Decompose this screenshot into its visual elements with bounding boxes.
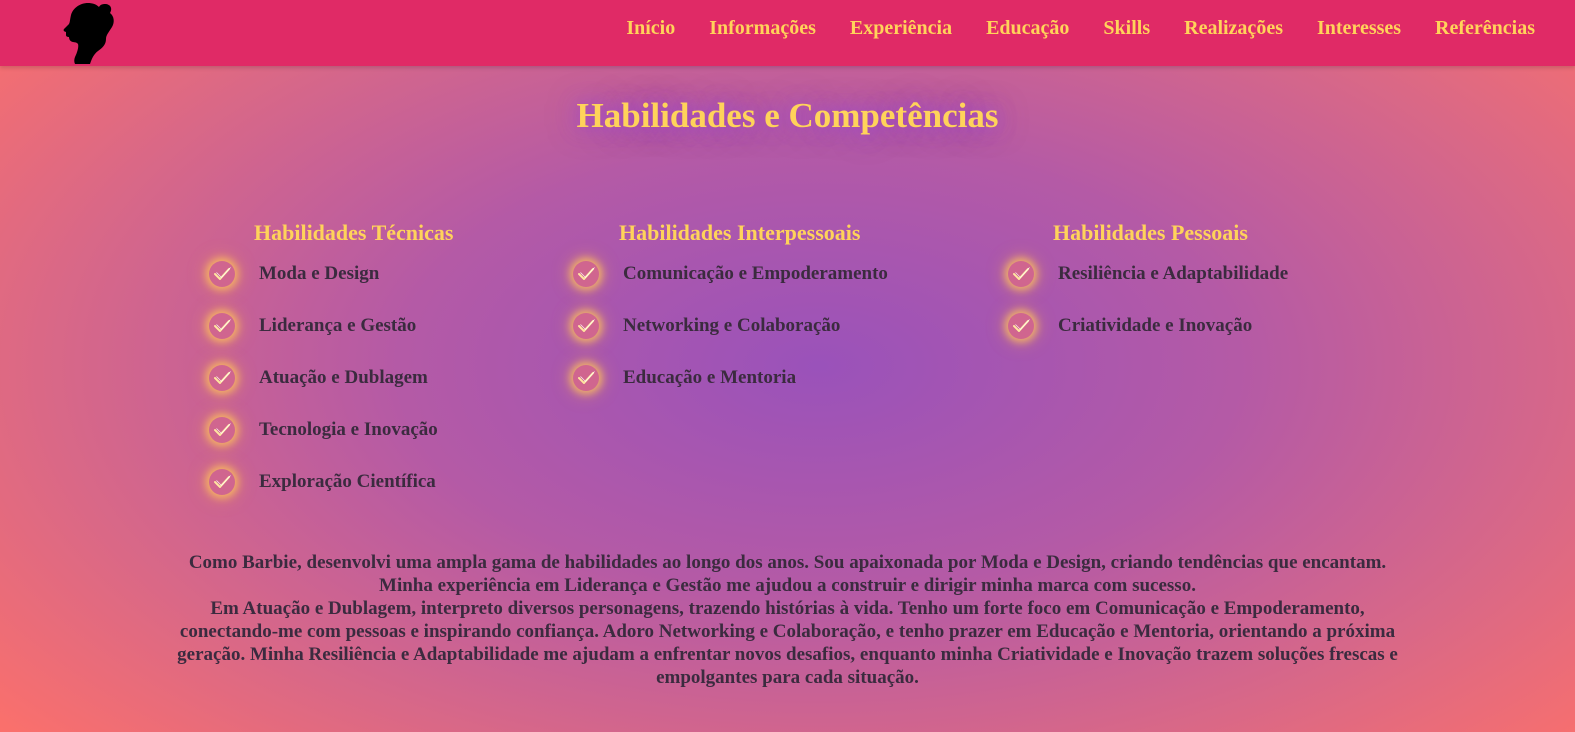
skill-label: Atuação e Dublagem [259,367,428,388]
skill-item: Networking e Colaboração [572,300,932,352]
skills-description: Como Barbie, desenvolvi uma ampla gama d… [175,551,1400,689]
skill-item: Exploração Científica [208,456,538,508]
navbar: Início Informações Experiência Educação … [0,0,1575,66]
skill-item: Atuação e Dublagem [208,352,538,404]
skill-list: Resiliência e Adaptabilidade Criatividad… [1007,248,1347,352]
check-circle-icon [573,261,599,287]
skills-column-tecnicas: Habilidades Técnicas Moda e Design Lider… [208,218,538,508]
nav-link-skills[interactable]: Skills [1103,17,1150,40]
skill-item: Comunicação e Empoderamento [572,248,932,300]
column-title: Habilidades Pessoais [1053,220,1248,245]
silhouette-logo-icon[interactable] [58,1,116,65]
check-circle-icon [1008,313,1034,339]
skill-label: Moda e Design [259,263,380,284]
check-circle-icon [573,313,599,339]
check-circle-icon [209,365,235,391]
column-title: Habilidades Interpessoais [619,220,861,245]
skill-item: Resiliência e Adaptabilidade [1007,248,1347,300]
skill-label: Tecnologia e Inovação [259,419,438,440]
description-paragraph-1: Como Barbie, desenvolvi uma ampla gama d… [188,552,1387,596]
description-paragraph-2: Em Atuação e Dublagem, interpreto divers… [177,598,1398,688]
column-title: Habilidades Técnicas [254,220,454,245]
check-circle-icon [1008,261,1034,287]
nav-link-inicio[interactable]: Início [626,17,675,40]
skill-item: Liderança e Gestão [208,300,538,352]
skill-label: Educação e Mentoria [623,367,797,388]
skill-label: Resiliência e Adaptabilidade [1058,263,1289,284]
check-circle-icon [209,313,235,339]
skill-label: Criatividade e Inovação [1058,315,1253,336]
nav-link-realizacoes[interactable]: Realizações [1184,17,1283,40]
nav-link-interesses[interactable]: Interesses [1317,17,1401,40]
check-circle-icon [573,365,599,391]
skill-label: Exploração Científica [259,471,436,492]
skill-label: Liderança e Gestão [259,315,417,336]
nav-link-referencias[interactable]: Referências [1435,17,1535,40]
check-circle-icon [209,469,235,495]
skill-item: Moda e Design [208,248,538,300]
skill-item: Educação e Mentoria [572,352,932,404]
nav-links: Início Informações Experiência Educação … [626,0,1535,56]
skill-item: Tecnologia e Inovação [208,404,538,456]
nav-link-experiencia[interactable]: Experiência [850,17,952,40]
skill-label: Networking e Colaboração [623,315,841,336]
skill-list: Comunicação e Empoderamento Networking e… [572,248,932,404]
skill-item: Criatividade e Inovação [1007,300,1347,352]
nav-link-informacoes[interactable]: Informações [709,17,816,40]
check-circle-icon [209,261,235,287]
check-circle-icon [209,417,235,443]
skills-column-interpessoais: Habilidades Interpessoais Comunicação e … [572,218,932,404]
section-title: Habilidades e Competências [576,96,999,135]
nav-link-educacao[interactable]: Educação [986,17,1069,40]
skill-list: Moda e Design Liderança e Gestão Atuação… [208,248,538,508]
skill-label: Comunicação e Empoderamento [623,263,888,284]
skills-column-pessoais: Habilidades Pessoais Resiliência e Adapt… [1007,218,1347,352]
